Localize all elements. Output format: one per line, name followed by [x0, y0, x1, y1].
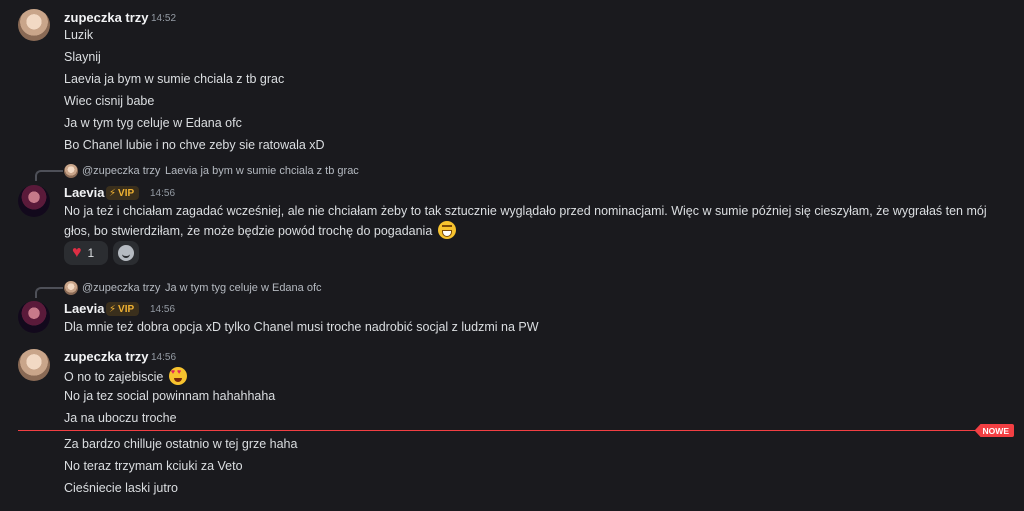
timestamp: 14:56 — [151, 352, 177, 363]
lightning-icon: ⚡ — [109, 303, 117, 315]
reaction-heart[interactable]: ♥ 1 — [64, 241, 108, 265]
message-text: No ja tez social powinnam hahahhaha — [64, 389, 276, 403]
avatar[interactable] — [18, 9, 50, 41]
message-text: Za bardzo chilluje ostatnio w tej grze h… — [64, 437, 298, 451]
message-text: Ja na uboczu troche — [64, 411, 177, 425]
message-text: Laevia ja bym w sumie chciala z tb grac — [64, 72, 285, 86]
timestamp: 14:56 — [150, 188, 176, 199]
reply-connector — [35, 287, 63, 298]
avatar[interactable] — [18, 185, 50, 217]
author-name[interactable]: Laevia — [64, 301, 104, 316]
vip-badge: ⚡ VIP — [106, 302, 140, 316]
author-name[interactable]: zupeczka trzy — [64, 349, 149, 364]
message-text: Ja w tym tyg celuje w Edana ofc — [64, 116, 242, 130]
message-text: Bo Chanel lubie i no chve zeby sie ratow… — [64, 138, 325, 152]
new-messages-badge: NOWE — [974, 424, 1014, 437]
message-text: Wiec cisnij babe — [64, 94, 155, 108]
message-text: No teraz trzymam kciuki za Veto — [64, 459, 243, 473]
smiley-icon — [118, 245, 134, 261]
message-text: O no to zajebiscie — [64, 367, 187, 385]
timestamp: 14:56 — [150, 304, 176, 315]
reply-author[interactable]: @zupeczka trzy — [82, 165, 160, 177]
author-name[interactable]: zupeczka trzy — [64, 10, 149, 25]
author-name[interactable]: Laevia — [64, 185, 104, 200]
reply-connector — [35, 170, 63, 181]
message-text: Luzik — [64, 28, 94, 42]
heart-icon: ♥ — [72, 244, 82, 261]
message-text: Dla mnie też dobra opcja xD tylko Chanel… — [64, 320, 539, 334]
reply-author[interactable]: @zupeczka trzy — [82, 282, 160, 294]
message-text: Slaynij — [64, 50, 101, 64]
reply-avatar — [64, 164, 78, 178]
grinning-face-icon — [437, 221, 456, 239]
message-text: Cieśniecie laski jutro — [64, 481, 178, 495]
lightning-icon: ⚡ — [109, 187, 117, 199]
reply-avatar — [64, 281, 78, 295]
avatar[interactable] — [18, 301, 50, 333]
timestamp: 14:52 — [151, 13, 177, 24]
reply-preview[interactable]: Ja w tym tyg celuje w Edana ofc — [165, 282, 322, 294]
avatar[interactable] — [18, 349, 50, 381]
add-reaction-button[interactable] — [113, 241, 139, 265]
reply-preview[interactable]: Laevia ja bym w sumie chciala z tb grac — [165, 165, 359, 177]
vip-badge: ⚡ VIP — [106, 186, 140, 200]
message-text: No ja też i chciałam zagadać wcześniej, … — [64, 204, 987, 239]
new-messages-divider — [18, 430, 1014, 431]
heart-eyes-icon — [168, 367, 187, 385]
